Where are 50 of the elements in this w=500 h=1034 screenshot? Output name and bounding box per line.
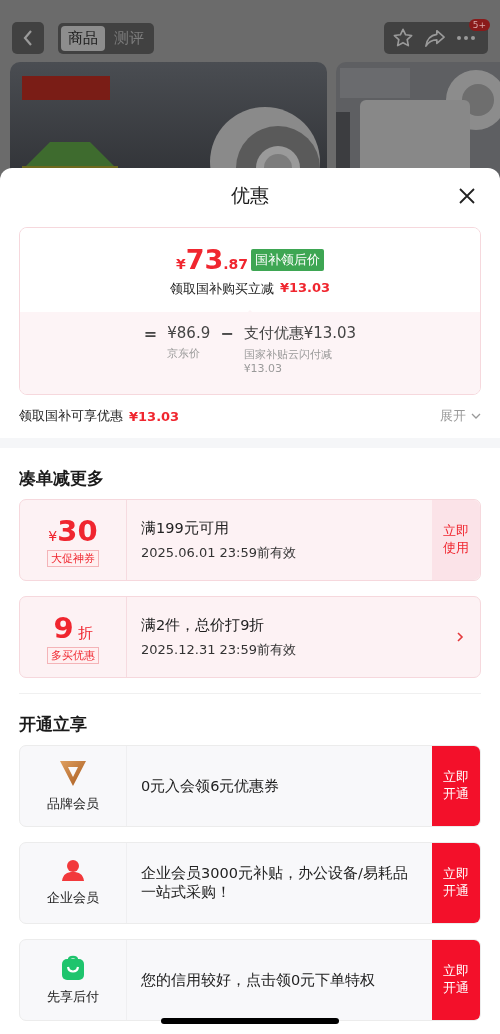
coupon-condition: 满199元可用: [141, 518, 230, 538]
share-icon[interactable]: [424, 28, 446, 48]
equals-sign: =: [143, 324, 158, 345]
more-icon[interactable]: [456, 35, 476, 41]
v-logo-icon: [59, 759, 87, 787]
subsidy-text: 领取国补购买立减: [169, 280, 274, 298]
member-benefit: 您的信用较好，点击领0元下单特权: [141, 970, 376, 990]
subsidy-amount: ¥13.03: [279, 280, 331, 297]
coupon-condition: 满2件，总价打9折: [141, 615, 266, 635]
chevron-right-icon: [456, 631, 464, 643]
close-icon[interactable]: [458, 187, 476, 205]
base-price: ¥86.9: [167, 324, 211, 342]
star-icon[interactable]: [392, 27, 414, 49]
chevron-down-icon: [471, 413, 481, 419]
coupon-tag: 大促神券: [47, 549, 99, 567]
section-title: 凑单减更多: [18, 467, 105, 490]
member-benefit: 企业会员3000元补贴，办公设备/易耗品一站式采购！: [141, 864, 409, 902]
member-benefit: 0元入会领6元优惠券: [141, 776, 280, 796]
person-icon: [61, 859, 85, 881]
summary-amount: ¥13.03: [129, 408, 180, 424]
coupon-tag: 多买优惠: [47, 646, 99, 664]
member-label: 企业会员: [47, 889, 99, 907]
use-button[interactable]: 立即使用: [432, 500, 480, 580]
activate-button[interactable]: 立即开通: [432, 746, 480, 826]
notification-badge: 5+: [468, 19, 490, 31]
base-price-label: 京东价: [167, 346, 202, 361]
coupon-value: 9 折: [53, 610, 93, 645]
price-text: ¥73.87: [175, 244, 249, 275]
price-tag: 国补领后价: [251, 248, 325, 271]
tab[interactable]: 商品: [61, 25, 105, 51]
payment-discount: 支付优惠¥13.03: [243, 324, 357, 343]
coupon-value: ¥30: [48, 513, 98, 548]
member-label: 先享后付: [47, 988, 99, 1006]
expand-button[interactable]: 展开: [440, 407, 481, 425]
back-button[interactable]: [12, 22, 44, 54]
coupon-validity: 2025.12.31 23:59前有效: [141, 640, 298, 659]
discount-label: 国家补贴云闪付减¥13.03: [243, 347, 333, 375]
shopping-bag-icon: [61, 954, 85, 980]
coupon-validity: 2025.06.01 23:59前有效: [141, 543, 298, 562]
member-label: 品牌会员: [47, 795, 99, 813]
section-title: 开通立享: [18, 713, 88, 736]
summary-label: 领取国补可享优惠: [19, 407, 123, 425]
back-icon: [22, 29, 34, 47]
tab[interactable]: 测评: [107, 25, 151, 51]
coupon-card[interactable]: ¥30 大促神券 满199元可用 2025.06.01 23:59前有效 立即使用: [19, 499, 481, 581]
activate-button[interactable]: 立即开通: [432, 843, 480, 923]
coupon-card[interactable]: 9 折 多买优惠 满2件，总价打9折 2025.12.31 23:59前有效: [19, 596, 481, 678]
minus-sign: −: [220, 324, 234, 345]
sheet-title: 优惠: [231, 183, 269, 208]
activate-button[interactable]: 立即开通: [432, 940, 480, 1020]
